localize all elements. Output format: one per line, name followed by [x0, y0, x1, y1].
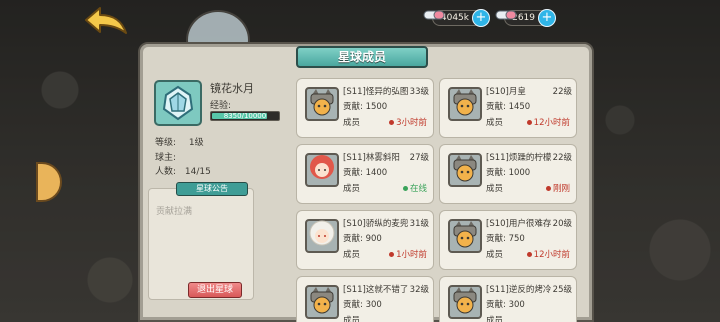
status-dot — [545, 186, 551, 191]
member-list[interactable]: [S11]怪异的弘图 33级 贡献: 1500 成员 3小时前 [S10]月皇 22级 贡献:… — [296, 78, 582, 322]
member-role: 成员 — [486, 316, 504, 322]
cat-knight-avatar-icon — [450, 153, 480, 187]
planet-info: 镜花水月 经验: 8350/10000 等级: 1级 球主: 人数: 14/15… — [146, 76, 286, 316]
planet-name: 镜花水月 — [210, 82, 254, 95]
member-avatar — [305, 153, 339, 187]
member-level: 25级 — [550, 283, 572, 295]
member-card[interactable]: [S11]烦躁的柠檬 22级 贡献: 1000 成员 刚刚 — [439, 144, 577, 204]
pill-capsule-icon — [423, 10, 445, 20]
member-avatar — [448, 285, 482, 319]
member-role: 成员 — [343, 250, 361, 260]
member-role: 成员 — [343, 184, 361, 194]
xp-label: 经验: — [210, 101, 232, 111]
member-avatar — [448, 87, 482, 121]
member-avatar — [448, 153, 482, 187]
count-row: 人数: 14/15 — [155, 164, 211, 177]
member-status-text: 12小时前 — [533, 250, 570, 260]
xp-text: 8350/10000 — [223, 112, 267, 120]
status-dot — [402, 186, 408, 191]
member-contribution: 贡献: 1000 — [486, 168, 531, 178]
member-card[interactable]: [S11]怪异的弘图 33级 贡献: 1500 成员 3小时前 — [296, 78, 434, 138]
member-level: 31级 — [407, 217, 429, 229]
red-hair-girl-avatar-icon — [307, 153, 337, 187]
member-status-text: 3小时前 — [396, 118, 427, 128]
member-status: 刚刚 — [545, 182, 570, 194]
count-value: 14/15 — [184, 167, 211, 177]
member-role: 成员 — [343, 118, 361, 128]
add-gems-button[interactable]: + — [538, 9, 556, 27]
member-role: 成员 — [486, 118, 504, 128]
member-card[interactable]: [S11]这就不错了 32级 贡献: 300 成员 — [296, 276, 434, 322]
back-arrow-icon — [85, 7, 127, 34]
cat-knight-avatar-icon — [450, 87, 480, 121]
planet-emblem — [154, 80, 202, 126]
level-label: 等级: — [155, 138, 177, 148]
member-card[interactable]: [S11]林雾斜阳 27级 贡献: 1400 成员 在线 — [296, 144, 434, 204]
coin-value: 4045k — [440, 13, 469, 23]
member-role: 成员 — [486, 250, 504, 260]
member-contribution: 贡献: 1500 — [343, 102, 388, 112]
count-label: 人数: — [155, 167, 177, 177]
owner-row: 球主: — [155, 150, 186, 163]
member-level: 33级 — [407, 85, 429, 97]
status-dot — [389, 252, 395, 257]
member-card[interactable]: [S10]月皇 22级 贡献: 1450 成员 12小时前 — [439, 78, 577, 138]
panel-title: 星球成员 — [296, 46, 428, 68]
member-contribution: 贡献: 1450 — [486, 102, 531, 112]
notice-text: 贡献拉满 — [156, 207, 193, 217]
cat-knight-avatar-icon — [450, 219, 480, 253]
member-card[interactable]: [S11]逆反的烤冷面 25级 贡献: 300 成员 — [439, 276, 577, 322]
member-status: 在线 — [402, 182, 427, 194]
member-level: 27级 — [407, 151, 429, 163]
member-avatar — [305, 219, 339, 253]
coin-counter: 4045k + — [423, 9, 490, 27]
member-avatar — [305, 285, 339, 319]
member-status: 12小时前 — [526, 116, 570, 128]
member-role: 成员 — [343, 316, 361, 322]
member-contribution: 贡献: 900 — [343, 234, 382, 244]
level-row: 等级: 1级 — [155, 135, 204, 148]
member-contribution: 贡献: 300 — [486, 300, 525, 310]
pill-capsule-icon — [495, 10, 517, 20]
add-coins-button[interactable]: + — [472, 9, 490, 27]
member-role: 成员 — [486, 184, 504, 194]
member-status: 3小时前 — [389, 116, 427, 128]
member-status-text: 1小时前 — [396, 250, 427, 260]
crystal-planet-icon — [162, 85, 194, 121]
member-status-text: 在线 — [409, 184, 427, 194]
member-contribution: 贡献: 750 — [486, 234, 525, 244]
member-status-text: 12小时前 — [533, 118, 570, 128]
cat-knight-avatar-icon — [307, 285, 337, 319]
member-level: 22级 — [550, 85, 572, 97]
leave-planet-button[interactable]: 退出星球 — [188, 282, 242, 298]
cat-knight-avatar-icon — [307, 87, 337, 121]
status-dot — [526, 120, 532, 125]
back-button[interactable] — [84, 6, 128, 34]
member-contribution: 贡献: 1400 — [343, 168, 388, 178]
member-status: 1小时前 — [389, 248, 427, 260]
notice-title: 星球公告 — [176, 182, 248, 196]
member-card[interactable]: [S10]骄纵的麦兜 31级 贡献: 900 成员 1小时前 — [296, 210, 434, 270]
member-level: 32级 — [407, 283, 429, 295]
member-status-text: 刚刚 — [552, 184, 570, 194]
xp-progress-bar: 8350/10000 — [210, 111, 280, 121]
cat-knight-avatar-icon — [450, 285, 480, 319]
member-level: 20级 — [550, 217, 572, 229]
owner-label: 球主: — [155, 153, 177, 163]
level-value: 1级 — [188, 138, 204, 148]
member-status: 12小时前 — [526, 248, 570, 260]
status-dot — [526, 252, 532, 257]
gem-counter: 2619 + — [495, 9, 556, 27]
member-contribution: 贡献: 300 — [343, 300, 382, 310]
member-avatar — [448, 219, 482, 253]
member-card[interactable]: [S10]用户很难存在 20级 贡献: 750 成员 12小时前 — [439, 210, 577, 270]
member-avatar — [305, 87, 339, 121]
member-level: 22级 — [550, 151, 572, 163]
status-dot — [389, 120, 395, 125]
white-hair-girl-avatar-icon — [307, 219, 337, 253]
